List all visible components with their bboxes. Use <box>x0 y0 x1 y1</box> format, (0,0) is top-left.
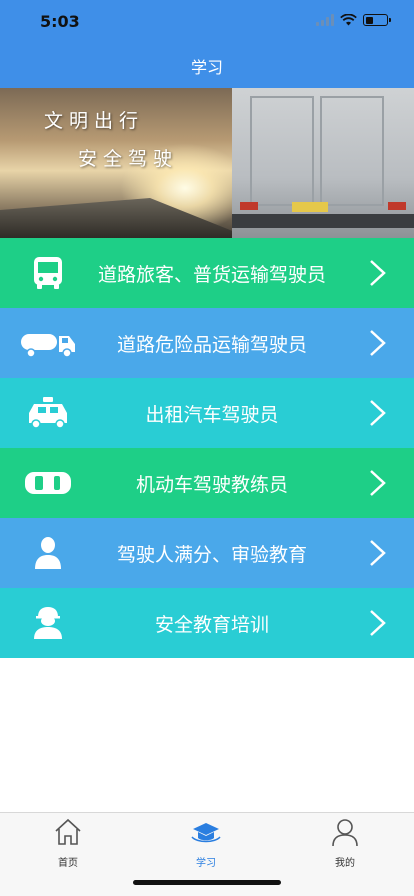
chevron-right-icon <box>370 260 386 286</box>
banner-image: 文明出行 安全驾驶 <box>0 88 414 238</box>
chevron-right-icon <box>370 540 386 566</box>
status-icons <box>316 14 391 26</box>
car-topview-icon <box>18 465 78 501</box>
tab-home[interactable]: 首页 <box>38 817 98 869</box>
person-icon <box>18 535 78 571</box>
menu-item-driving-instructor[interactable]: 机动车驾驶教练员 <box>0 448 414 518</box>
status-time: 5:03 <box>40 12 80 31</box>
banner-slogan-line2: 安全驾驶 <box>78 148 179 170</box>
bus-icon <box>18 255 78 291</box>
tanker-truck-icon <box>18 325 78 361</box>
home-icon <box>55 818 81 845</box>
chevron-right-icon <box>370 400 386 426</box>
page-title: 学习 <box>190 58 223 77</box>
truck-illustration <box>232 88 414 238</box>
tab-mine[interactable]: 我的 <box>315 817 375 869</box>
chevron-right-icon <box>370 330 386 356</box>
menu-item-safety-training[interactable]: 安全教育培训 <box>0 588 414 658</box>
wifi-icon <box>340 14 357 26</box>
tab-study-label: 学习 <box>196 858 216 869</box>
course-menu: 道路旅客、普货运输驾驶员 道路危险品运输驾驶员 出租汽车驾驶员 机动车驾驶教练员… <box>0 238 414 658</box>
menu-item-hazardous-goods[interactable]: 道路危险品运输驾驶员 <box>0 308 414 378</box>
home-indicator <box>133 880 281 885</box>
graduation-cap-icon <box>191 823 221 843</box>
worker-helmet-icon <box>18 605 78 641</box>
chevron-right-icon <box>370 470 386 496</box>
menu-item-passenger-freight[interactable]: 道路旅客、普货运输驾驶员 <box>0 238 414 308</box>
menu-item-taxi[interactable]: 出租汽车驾驶员 <box>0 378 414 448</box>
taxi-icon <box>18 395 78 431</box>
tab-mine-label: 我的 <box>335 858 355 869</box>
tab-home-label: 首页 <box>58 858 78 869</box>
menu-item-points-education[interactable]: 驾驶人满分、审验教育 <box>0 518 414 588</box>
cellular-signal-icon <box>316 14 334 26</box>
tab-study[interactable]: 学习 <box>176 817 236 869</box>
chevron-right-icon <box>370 610 386 636</box>
battery-icon <box>363 14 391 26</box>
banner-slogan-line1: 文明出行 <box>44 110 145 132</box>
status-bar: 5:03 <box>0 0 414 44</box>
nav-bar: 学习 <box>0 44 414 88</box>
user-icon <box>332 819 358 847</box>
